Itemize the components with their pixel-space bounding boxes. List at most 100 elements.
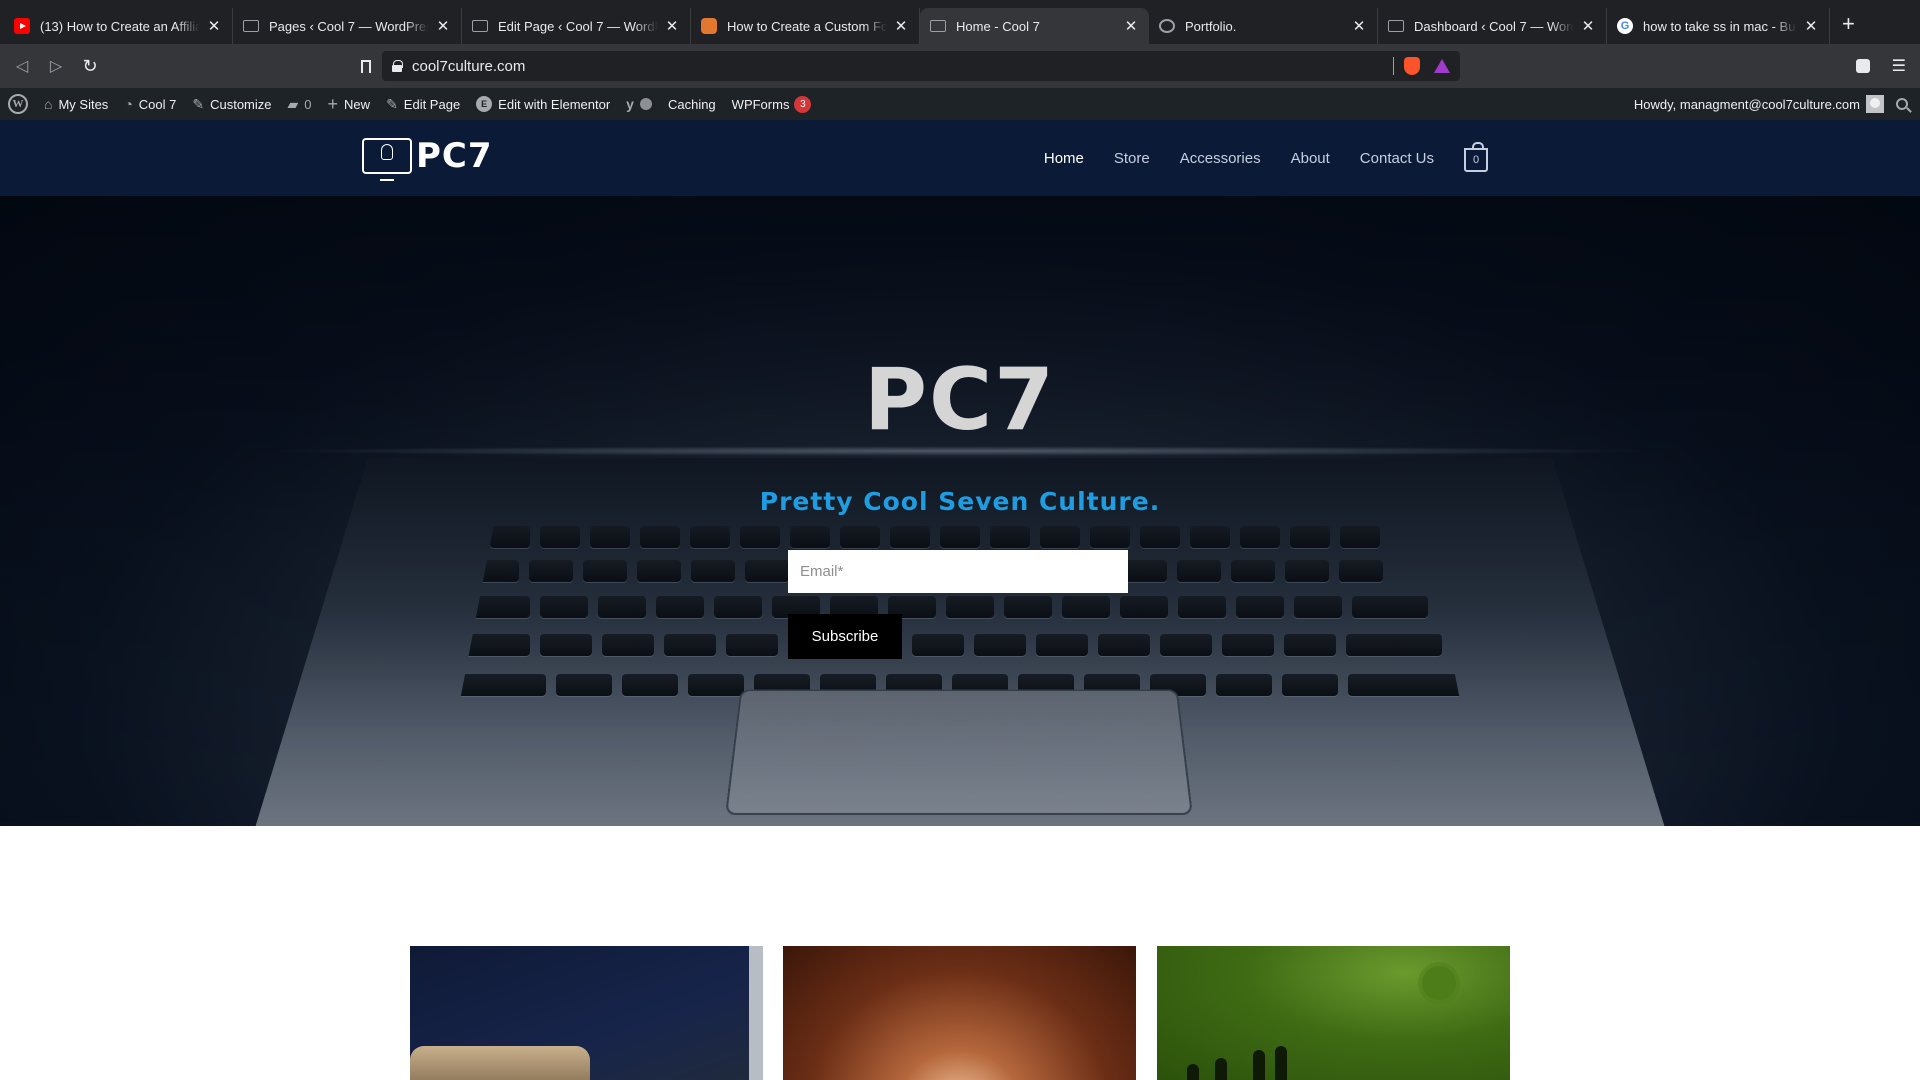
hero-title: PC7 xyxy=(864,350,1056,450)
my-sites-icon: ⌂ xyxy=(44,96,53,112)
cart-count: 0 xyxy=(1472,154,1480,166)
browser-tab[interactable]: Pages ‹ Cool 7 — WordPress ✕ xyxy=(233,8,462,44)
my-account-menu[interactable]: Howdy, managment@cool7culture.com xyxy=(1626,88,1896,120)
feature-card-image[interactable] xyxy=(783,946,1136,1080)
my-sites-menu[interactable]: ⌂ My Sites xyxy=(36,88,116,120)
menu-icon[interactable]: ☰ xyxy=(1892,56,1906,76)
browser-tab[interactable]: (13) How to Create an Affiliate ✕ xyxy=(4,8,233,44)
comments-link[interactable]: ▰ 0 xyxy=(280,88,320,120)
main-navigation: Home Store Accessories About Contact Us … xyxy=(1014,120,1488,196)
nav-contact-us[interactable]: Contact Us xyxy=(1360,150,1434,167)
tab-title: Home - Cool 7 xyxy=(956,18,1040,34)
comments-count: 0 xyxy=(304,96,312,112)
extensions-icon[interactable] xyxy=(1855,59,1870,73)
caching-label: Caching xyxy=(667,96,716,112)
search-icon[interactable] xyxy=(1896,98,1908,110)
brave-shields-icon[interactable] xyxy=(1404,57,1420,75)
new-label: New xyxy=(344,96,371,112)
virus-image xyxy=(1422,966,1456,1000)
new-tab-button[interactable]: + xyxy=(1842,11,1855,37)
bookmark-icon[interactable] xyxy=(356,56,376,76)
new-content-menu[interactable]: + New xyxy=(320,88,379,120)
wpforms-menu[interactable]: WPForms 3 xyxy=(724,88,820,120)
seo-status-dot-icon xyxy=(639,98,652,110)
browser-tab[interactable]: Portfolio. ✕ xyxy=(1149,8,1378,44)
brush-icon: ✎ xyxy=(192,95,205,112)
email-field[interactable] xyxy=(788,550,1128,593)
feature-card-image[interactable] xyxy=(1157,946,1510,1080)
cart-icon[interactable]: 0 xyxy=(1464,142,1488,172)
wpforms-count-badge: 3 xyxy=(794,95,812,113)
elementor-icon: E xyxy=(476,96,493,112)
youtube-icon xyxy=(14,18,30,34)
hero-section: PC7 Pretty Cool Seven Culture. Subscribe xyxy=(0,196,1920,826)
url-text: cool7culture.com xyxy=(412,57,526,75)
close-tab-icon[interactable]: ✕ xyxy=(1351,17,1367,35)
dashboard-icon: ◔ xyxy=(124,96,133,112)
brave-rewards-icon[interactable] xyxy=(1434,59,1450,73)
site-name-label: Cool 7 xyxy=(138,96,177,112)
edit-elementor-label: Edit with Elementor xyxy=(498,96,611,112)
wp-logo-menu[interactable]: W xyxy=(0,88,36,120)
yoast-menu[interactable]: y xyxy=(618,88,660,120)
close-tab-icon[interactable]: ✕ xyxy=(893,17,909,35)
nav-about[interactable]: About xyxy=(1291,150,1330,167)
caching-menu[interactable]: Caching xyxy=(660,88,724,120)
close-tab-icon[interactable]: ✕ xyxy=(664,17,680,35)
forward-button[interactable]: ▷ xyxy=(40,50,72,82)
close-tab-icon[interactable]: ✕ xyxy=(206,17,222,35)
monitor-icon xyxy=(930,20,946,32)
wordpress-icon: W xyxy=(8,94,28,114)
close-tab-icon[interactable]: ✕ xyxy=(1123,17,1139,35)
browser-tab[interactable]: Edit Page ‹ Cool 7 — WordPress ✕ xyxy=(462,8,691,44)
lock-icon xyxy=(392,60,403,72)
site-name-menu[interactable]: ◔ Cool 7 xyxy=(116,88,184,120)
yoast-icon: y xyxy=(626,96,634,112)
tab-title: (13) How to Create an Affiliate xyxy=(40,18,200,34)
avatar xyxy=(1866,95,1884,113)
nav-home[interactable]: Home xyxy=(1044,150,1084,167)
tab-title: Dashboard ‹ Cool 7 — WordPress xyxy=(1414,18,1574,34)
browser-tab[interactable]: How to Create a Custom Form ✕ xyxy=(691,8,920,44)
close-tab-icon[interactable]: ✕ xyxy=(1803,17,1819,35)
address-bar[interactable]: cool7culture.com xyxy=(382,51,1460,81)
customize-link[interactable]: ✎ Customize xyxy=(184,88,279,120)
comment-icon: ▰ xyxy=(287,95,299,112)
monitor-icon xyxy=(243,20,259,32)
site-logo[interactable]: PC7 xyxy=(362,130,493,182)
customize-label: Customize xyxy=(210,96,272,112)
back-button[interactable]: ◁ xyxy=(6,50,38,82)
pencil-icon: ✎ xyxy=(386,95,398,112)
hero-tagline: Pretty Cool Seven Culture. xyxy=(759,487,1161,516)
wp-admin-bar: W ⌂ My Sites ◔ Cool 7 ✎ Customize ▰ 0 + … xyxy=(0,88,1920,120)
site-header: PC7 Home Store Accessories About Contact… xyxy=(0,120,1920,196)
edit-with-elementor-link[interactable]: E Edit with Elementor xyxy=(468,88,618,120)
edit-page-link[interactable]: ✎ Edit Page xyxy=(378,88,468,120)
browser-tab-active[interactable]: Home - Cool 7 ✕ xyxy=(920,8,1149,44)
close-tab-icon[interactable]: ✕ xyxy=(1580,17,1596,35)
nav-accessories[interactable]: Accessories xyxy=(1180,150,1261,167)
my-sites-label: My Sites xyxy=(58,96,109,112)
browser-tab[interactable]: Dashboard ‹ Cool 7 — WordPress ✕ xyxy=(1378,8,1607,44)
browser-toolbar: ◁ ▷ ↻ cool7culture.com ☰ xyxy=(0,44,1920,88)
divider xyxy=(1393,57,1394,75)
howdy-text: Howdy, managment@cool7culture.com xyxy=(1633,96,1860,112)
browser-tab[interactable]: G how to take ss in mac - Buscar ✕ xyxy=(1607,8,1830,44)
globe-icon xyxy=(1159,19,1175,33)
tab-title: Pages ‹ Cool 7 — WordPress xyxy=(269,18,429,34)
plus-icon: + xyxy=(327,93,339,114)
tab-title: how to take ss in mac - Buscar xyxy=(1643,18,1797,34)
feature-card-image[interactable] xyxy=(410,946,763,1080)
tab-title: Edit Page ‹ Cool 7 — WordPress xyxy=(498,18,658,34)
close-tab-icon[interactable]: ✕ xyxy=(435,17,451,35)
nav-store[interactable]: Store xyxy=(1114,150,1150,167)
logo-text: PC7 xyxy=(416,136,493,176)
reload-button[interactable]: ↻ xyxy=(74,50,106,82)
monitor-bulb-icon xyxy=(362,138,412,181)
monitor-icon xyxy=(1388,20,1404,32)
wpforms-label: WPForms xyxy=(731,96,790,112)
monitor-icon xyxy=(472,20,488,32)
browser-tab-strip: (13) How to Create an Affiliate ✕ Pages … xyxy=(0,0,1920,44)
subscribe-button[interactable]: Subscribe xyxy=(788,614,902,659)
wpforms-icon xyxy=(701,18,717,34)
